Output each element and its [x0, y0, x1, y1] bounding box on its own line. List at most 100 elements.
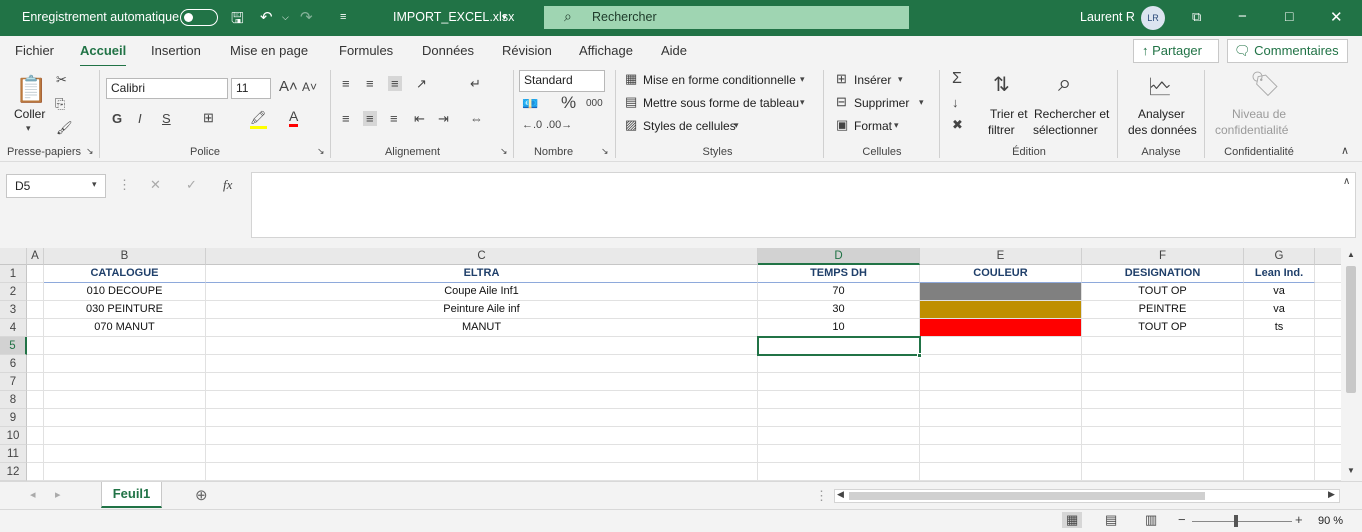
decrease-decimal-icon[interactable]: .00→ [546, 119, 572, 131]
paste-dropdown-icon[interactable]: ▾ [26, 123, 31, 134]
delete-button[interactable]: Supprimer [854, 96, 909, 110]
currency-icon[interactable]: 💶 [522, 96, 538, 112]
empty-cell[interactable] [1315, 265, 1341, 283]
empty-cell[interactable] [920, 355, 1082, 373]
empty-cell[interactable] [27, 391, 44, 409]
empty-cell[interactable] [758, 355, 920, 373]
empty-cell[interactable] [920, 409, 1082, 427]
empty-cell[interactable] [206, 463, 758, 481]
cell-f3[interactable]: PEINTRE [1082, 301, 1244, 319]
empty-cell[interactable] [1082, 445, 1244, 463]
empty-cell[interactable] [758, 409, 920, 427]
zoom-in-icon[interactable]: + [1295, 512, 1303, 527]
column-header-d[interactable]: D [758, 248, 920, 265]
empty-cell[interactable] [44, 445, 206, 463]
splitter-icon[interactable]: ⋮ [815, 488, 828, 504]
tab-affichage[interactable]: Affichage [579, 43, 633, 58]
empty-cell[interactable] [44, 427, 206, 445]
empty-cell[interactable] [206, 445, 758, 463]
wrap-text-icon[interactable]: ↵ [470, 76, 481, 92]
save-icon[interactable]: 🖫 [231, 8, 244, 33]
share-button[interactable]: ↑ Partager [1133, 39, 1219, 63]
row-header[interactable]: 2 [0, 283, 27, 301]
sort-filter-label-2[interactable]: filtrer [988, 123, 1015, 137]
empty-cell[interactable] [206, 391, 758, 409]
insert-function-icon[interactable]: fx [223, 177, 232, 193]
row-header[interactable]: 9 [0, 409, 27, 427]
empty-cell[interactable] [27, 445, 44, 463]
undo-dropdown-icon[interactable]: ⌵ [282, 12, 289, 23]
align-center-icon[interactable]: ≡ [363, 111, 377, 126]
percent-button[interactable]: % [561, 93, 576, 113]
cell-styles-button[interactable]: Styles de cellules [643, 119, 736, 133]
fill-color-icon[interactable]: 🖍 [250, 110, 267, 129]
row-header[interactable]: 1 [0, 265, 27, 283]
fill-icon[interactable]: ↓ [952, 95, 959, 110]
conditional-format-icon[interactable]: ▦ [625, 71, 637, 87]
cell-c3[interactable]: Peinture Aile inf [206, 301, 758, 319]
find-select-label-2[interactable]: sélectionner [1033, 123, 1098, 137]
empty-cell[interactable] [27, 265, 44, 283]
cell-d3[interactable]: 30 [758, 301, 920, 319]
comments-button[interactable]: 🗨 Commentaires [1227, 39, 1348, 63]
close-icon[interactable]: ✕ [1330, 8, 1343, 26]
cell-styles-icon[interactable]: ▨ [625, 117, 637, 133]
font-launcher-icon[interactable]: ↘ [317, 146, 325, 157]
fill-handle[interactable] [917, 353, 922, 358]
cell-e4[interactable] [920, 319, 1082, 337]
cell-g4[interactable]: ts [1244, 319, 1315, 337]
align-left-icon[interactable]: ≡ [342, 111, 350, 126]
empty-cell[interactable] [758, 463, 920, 481]
scroll-down-icon[interactable]: ▼ [1347, 466, 1355, 475]
undo-icon[interactable]: ↶ [260, 8, 273, 26]
user-name[interactable]: Laurent R [1080, 10, 1135, 24]
zoom-level[interactable]: 90 % [1318, 515, 1343, 527]
chevron-down-icon[interactable]: ▾ [898, 74, 903, 85]
number-format-select[interactable]: Standard [519, 70, 605, 92]
cut-icon[interactable]: ✂ [56, 72, 67, 88]
empty-cell[interactable] [27, 319, 44, 337]
add-sheet-icon[interactable]: ⊕ [195, 486, 208, 504]
row-header[interactable]: 4 [0, 319, 27, 337]
empty-cell[interactable] [44, 391, 206, 409]
cell-f1[interactable]: DESIGNATION [1082, 265, 1244, 283]
align-middle-icon[interactable]: ≡ [366, 76, 374, 91]
copy-icon[interactable]: ⎘ [55, 96, 65, 112]
row-header[interactable]: 6 [0, 355, 27, 373]
empty-cell[interactable] [920, 427, 1082, 445]
empty-cell[interactable] [1315, 391, 1341, 409]
worksheet-grid[interactable]: A B C D E F G 1 2 3 4 5 6 7 8 9 10 11 12… [0, 248, 1341, 481]
empty-cell[interactable] [1315, 355, 1341, 373]
cell-f2[interactable]: TOUT OP [1082, 283, 1244, 301]
empty-cell[interactable] [1082, 409, 1244, 427]
sheet-tab-feuil1[interactable]: Feuil1 [101, 482, 162, 508]
cell-g1[interactable]: Lean Ind. [1244, 265, 1315, 283]
format-cells-icon[interactable]: ▣ [836, 117, 848, 133]
cell-e1[interactable]: COULEUR [920, 265, 1082, 283]
empty-cell[interactable] [206, 373, 758, 391]
active-cell-selection[interactable] [757, 336, 921, 356]
page-break-icon[interactable]: ▥ [1145, 512, 1157, 528]
vertical-scrollbar[interactable]: ▲ ▼ [1341, 248, 1362, 481]
page-layout-icon[interactable]: ▤ [1105, 512, 1117, 528]
thousands-button[interactable]: 000 [586, 98, 603, 109]
font-color-icon[interactable]: A [289, 108, 299, 127]
paste-label[interactable]: Coller [14, 107, 45, 121]
cell-b2[interactable]: 010 DECOUPE [44, 283, 206, 301]
scroll-left-icon[interactable]: ◀ [837, 489, 844, 500]
cell-c4[interactable]: MANUT [206, 319, 758, 337]
empty-cell[interactable] [27, 463, 44, 481]
cell-b4[interactable]: 070 MANUT [44, 319, 206, 337]
row-header[interactable]: 7 [0, 373, 27, 391]
align-top-icon[interactable]: ≡ [342, 76, 350, 91]
chevron-down-icon[interactable]: ▾ [800, 74, 805, 85]
tab-accueil[interactable]: Accueil [80, 43, 127, 68]
search-box[interactable]: ⌕ Rechercher [544, 6, 909, 29]
clipboard-launcher-icon[interactable]: ↘ [86, 146, 94, 157]
conditional-format-button[interactable]: Mise en forme conditionnelle [643, 73, 796, 87]
autosum-icon[interactable]: Σ [952, 70, 962, 88]
tab-mise-en-page[interactable]: Mise en page [230, 43, 308, 58]
cell-c1[interactable]: ELTRA [206, 265, 758, 283]
empty-cell[interactable] [1315, 463, 1341, 481]
decrease-font-icon[interactable]: A˅ [302, 80, 317, 94]
